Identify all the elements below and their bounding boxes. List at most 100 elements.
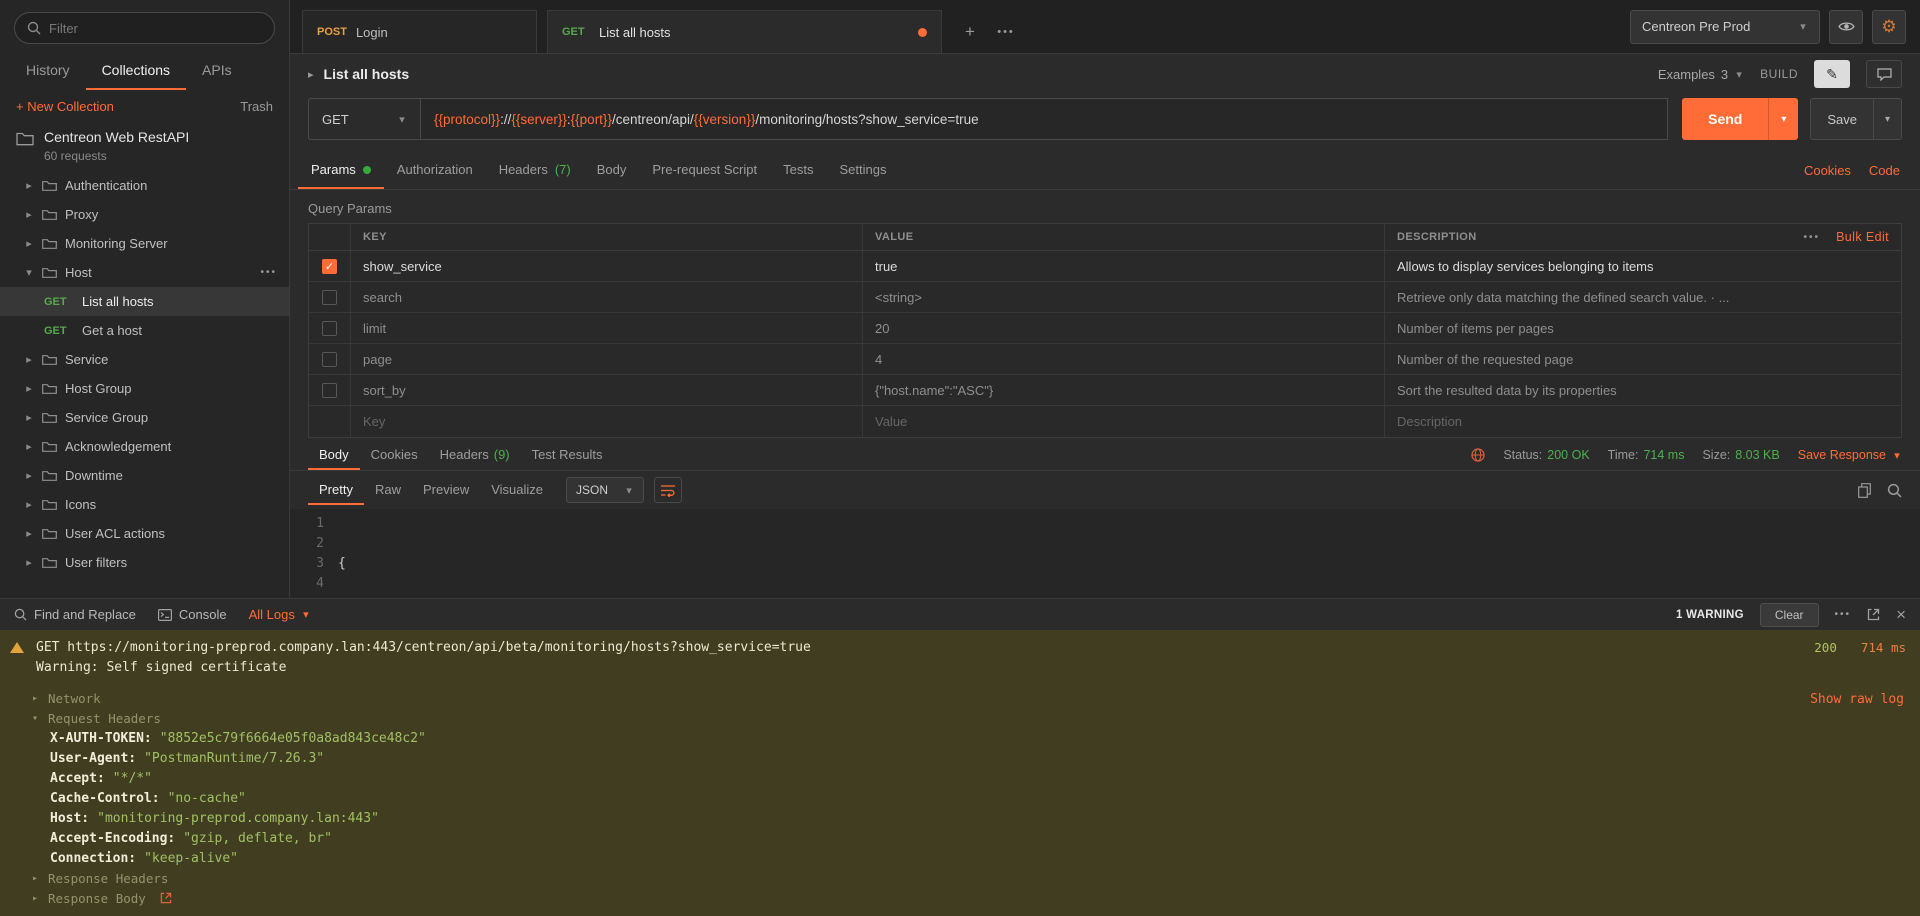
edit-request-button[interactable]: ✎: [1814, 60, 1850, 88]
send-button[interactable]: Send: [1682, 98, 1768, 140]
checkbox-unchecked[interactable]: [322, 290, 337, 305]
tab-pre-request-script[interactable]: Pre-request Script: [639, 152, 770, 189]
view-tab-raw[interactable]: Raw: [364, 476, 412, 505]
new-tab-button[interactable]: +: [952, 10, 988, 53]
trash-button[interactable]: Trash: [240, 99, 273, 114]
params-options-icon[interactable]: •••: [1804, 232, 1821, 243]
console-button[interactable]: Console: [158, 607, 227, 622]
param-value[interactable]: true: [863, 251, 1385, 281]
environment-preview-button[interactable]: [1829, 10, 1863, 44]
tab-history[interactable]: History: [10, 52, 86, 90]
param-description-placeholder[interactable]: Description: [1385, 406, 1901, 437]
view-tab-pretty[interactable]: Pretty: [308, 476, 364, 505]
view-tab-visualize[interactable]: Visualize: [480, 476, 554, 505]
collection-root[interactable]: Centreon Web RestAPI 60 requests: [0, 121, 289, 171]
save-button[interactable]: Save: [1811, 99, 1873, 139]
response-tab-cookies[interactable]: Cookies: [360, 440, 429, 470]
chevron-right-icon[interactable]: ▸: [308, 68, 314, 81]
find-and-replace-button[interactable]: Find and Replace: [14, 607, 136, 622]
param-value[interactable]: 4: [863, 344, 1385, 374]
param-description[interactable]: Retrieve only data matching the defined …: [1385, 282, 1901, 312]
response-body-viewer[interactable]: 1 2 3 4 { "result": [ { "id": 174,: [290, 509, 1920, 598]
tab-tests[interactable]: Tests: [770, 152, 826, 189]
param-value[interactable]: 20: [863, 313, 1385, 343]
checkbox-unchecked[interactable]: [322, 352, 337, 367]
param-key[interactable]: show_service: [351, 251, 863, 281]
param-key-placeholder[interactable]: Key: [351, 406, 863, 437]
param-key[interactable]: search: [351, 282, 863, 312]
open-tab-login[interactable]: POST Login: [302, 10, 537, 53]
sidebar-folder-icons[interactable]: ▸ Icons: [0, 490, 289, 519]
param-description[interactable]: Allows to display services belonging to …: [1385, 251, 1901, 281]
more-options-icon[interactable]: •••: [260, 267, 277, 278]
filter-input[interactable]: [49, 21, 262, 36]
param-value[interactable]: <string>: [863, 282, 1385, 312]
tab-options-icon[interactable]: •••: [988, 10, 1024, 53]
param-description[interactable]: Sort the resulted data by its properties: [1385, 375, 1901, 405]
environment-selector[interactable]: Centreon Pre Prod ▾: [1630, 10, 1820, 44]
tab-params[interactable]: Params: [298, 152, 384, 189]
view-tab-preview[interactable]: Preview: [412, 476, 480, 505]
console-options-icon[interactable]: •••: [1835, 609, 1852, 620]
log-section-request-headers[interactable]: ▾ Request Headers: [0, 708, 1920, 728]
checkbox-unchecked[interactable]: [322, 321, 337, 336]
param-key[interactable]: page: [351, 344, 863, 374]
send-options-button[interactable]: ▾: [1768, 98, 1798, 140]
tab-headers[interactable]: Headers (7): [486, 152, 584, 189]
comments-button[interactable]: [1866, 60, 1902, 88]
console-log-entry[interactable]: GET https://monitoring-preprod.company.l…: [0, 638, 1920, 657]
log-filter-dropdown[interactable]: All Logs ▾: [249, 607, 311, 622]
sidebar-folder-host[interactable]: ▾ Host •••: [0, 258, 289, 287]
sidebar-folder-authentication[interactable]: ▸ Authentication: [0, 171, 289, 200]
sidebar-request-get-a-host[interactable]: GET Get a host: [0, 316, 289, 345]
show-raw-log-link[interactable]: Show raw log: [1810, 692, 1904, 707]
sidebar-folder-acknowledgement[interactable]: ▸ Acknowledgement: [0, 432, 289, 461]
checkbox-checked[interactable]: [322, 259, 337, 274]
method-selector[interactable]: GET ▾: [308, 98, 420, 140]
network-icon[interactable]: [1471, 448, 1485, 462]
log-section-network[interactable]: ▸ Network: [0, 688, 1920, 708]
tab-collections[interactable]: Collections: [86, 52, 186, 90]
log-section-response-headers[interactable]: ▸ Response Headers: [0, 868, 1920, 888]
checkbox-unchecked[interactable]: [322, 383, 337, 398]
open-tab-list-all-hosts[interactable]: GET List all hosts: [547, 10, 942, 53]
examples-dropdown[interactable]: Examples 3 ▾: [1658, 67, 1744, 82]
param-key[interactable]: limit: [351, 313, 863, 343]
copy-icon[interactable]: [1858, 483, 1871, 498]
tab-body[interactable]: Body: [584, 152, 640, 189]
sidebar-folder-proxy[interactable]: ▸ Proxy: [0, 200, 289, 229]
sidebar-folder-monitoring-server[interactable]: ▸ Monitoring Server: [0, 229, 289, 258]
format-selector[interactable]: JSON ▾: [566, 477, 644, 503]
param-description[interactable]: Number of the requested page: [1385, 344, 1901, 374]
response-tab-body[interactable]: Body: [308, 440, 360, 470]
sidebar-folder-user-filters[interactable]: ▸ User filters: [0, 548, 289, 577]
save-options-button[interactable]: ▾: [1873, 99, 1901, 139]
new-collection-button[interactable]: + New Collection: [16, 99, 114, 114]
tab-settings[interactable]: Settings: [826, 152, 899, 189]
search-response-icon[interactable]: [1887, 483, 1902, 498]
response-tab-test-results[interactable]: Test Results: [521, 440, 614, 470]
open-response-body-icon[interactable]: [160, 892, 172, 904]
sidebar-folder-service-group[interactable]: ▸ Service Group: [0, 403, 289, 432]
cookies-link[interactable]: Cookies: [1804, 163, 1851, 178]
response-tab-headers[interactable]: Headers (9): [429, 440, 521, 470]
param-value-placeholder[interactable]: Value: [863, 406, 1385, 437]
url-input[interactable]: {{protocol}}://{{server}}:{{port}}/centr…: [420, 98, 1668, 140]
filter-box[interactable]: [14, 12, 275, 44]
wrap-line-button[interactable]: [654, 477, 682, 503]
param-value[interactable]: {"host.name":"ASC"}: [863, 375, 1385, 405]
open-external-icon[interactable]: [1867, 608, 1880, 621]
close-console-icon[interactable]: ×: [1896, 605, 1906, 625]
environment-settings-button[interactable]: ⚙: [1872, 10, 1906, 44]
sidebar-folder-host-group[interactable]: ▸ Host Group: [0, 374, 289, 403]
bulk-edit-link[interactable]: Bulk Edit: [1836, 230, 1889, 244]
code-link[interactable]: Code: [1869, 163, 1900, 178]
sidebar-folder-downtime[interactable]: ▸ Downtime: [0, 461, 289, 490]
sidebar-folder-user-acl-actions[interactable]: ▸ User ACL actions: [0, 519, 289, 548]
sidebar-folder-service[interactable]: ▸ Service: [0, 345, 289, 374]
tab-apis[interactable]: APIs: [186, 52, 248, 90]
param-description[interactable]: Number of items per pages: [1385, 313, 1901, 343]
clear-console-button[interactable]: Clear: [1760, 603, 1819, 627]
log-section-response-body[interactable]: ▸ Response Body: [0, 888, 1920, 908]
save-response-button[interactable]: Save Response ▾: [1798, 448, 1902, 462]
